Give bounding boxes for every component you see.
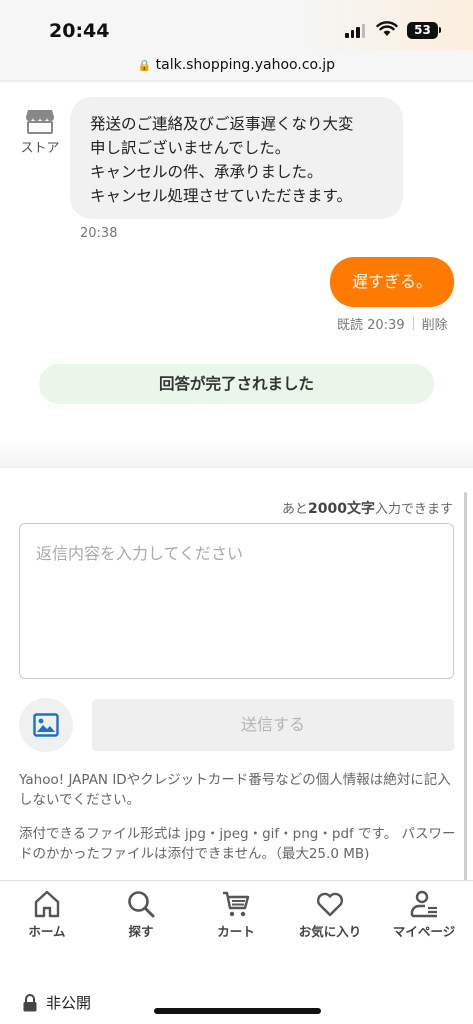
store-message-line: キャンセルの件、承承りました。 <box>90 163 323 181</box>
wifi-icon <box>376 21 398 36</box>
nav-search[interactable]: 探す <box>94 889 188 940</box>
privacy-status: 非公開 <box>22 992 91 1013</box>
store-message-line: 発送のご連絡及びご返事遅くなり大変 <box>90 115 354 133</box>
my-message-meta: 既読 20:39 削除 <box>337 314 448 333</box>
store-message-line: キャンセル処理させていただきます。 <box>90 187 352 205</box>
lock-icon: 🔒 <box>137 58 152 72</box>
home-indicator[interactable] <box>154 1008 321 1014</box>
meta-separator <box>412 317 414 330</box>
scrollbar[interactable] <box>464 492 467 882</box>
personal-info-warning: Yahoo! JAPAN IDやクレジットカード番号などの個人情報は絶対に記入し… <box>19 772 451 808</box>
battery-icon: 53 <box>407 22 438 39</box>
heart-icon <box>316 892 344 917</box>
counter-suffix: 入力できます <box>374 502 453 517</box>
nav-home-label: ホーム <box>28 924 66 939</box>
attach-image-button[interactable] <box>19 698 73 752</box>
reply-textarea[interactable]: 返信内容を入力してください <box>19 523 454 679</box>
nav-favorites-label: お気に入り <box>298 924 362 939</box>
nav-cart[interactable]: カート <box>189 889 283 940</box>
status-time: 20:44 <box>49 20 110 42</box>
attachment-info: 添付できるファイル形式は jpg・jpeg・gif・png・pdf です。 パス… <box>19 826 456 862</box>
url-text: talk.shopping.yahoo.co.jp <box>155 57 336 73</box>
person-icon <box>410 890 437 918</box>
privacy-label: 非公開 <box>46 994 92 1012</box>
cart-icon <box>223 891 250 917</box>
address-bar[interactable]: 🔒 talk.shopping.yahoo.co.jp <box>0 50 473 80</box>
cellular-signal-icon <box>345 24 365 38</box>
store-icon <box>26 110 54 134</box>
completed-banner: 回答が完了されました <box>39 364 434 404</box>
character-counter: あと2000文字入力できます <box>282 498 453 518</box>
section-divider <box>0 438 473 468</box>
send-button[interactable]: 送信する <box>92 699 454 751</box>
counter-value: 2000文字 <box>308 501 375 517</box>
nav-home[interactable]: ホーム <box>0 889 94 940</box>
delete-link[interactable]: 削除 <box>422 314 448 333</box>
my-message-bubble: 遅すぎる。 <box>330 257 454 307</box>
store-message-bubble: 発送のご連絡及びご返事遅くなり大変 申し訳ございませんでした。 キャンセルの件、… <box>70 97 403 219</box>
toolbar-divider <box>0 80 473 82</box>
reply-placeholder: 返信内容を入力してください <box>36 544 244 563</box>
image-icon <box>33 713 59 737</box>
nav-mypage-label: マイページ <box>392 924 456 939</box>
search-icon <box>128 891 155 918</box>
nav-cart-label: カート <box>217 924 255 939</box>
nav-mypage[interactable]: マイページ <box>377 889 471 940</box>
lock-icon <box>23 993 37 1011</box>
home-icon <box>34 890 60 918</box>
store-message-line: 申し訳ございませんでした。 <box>90 139 291 157</box>
nav-favorites[interactable]: お気に入り <box>283 889 377 940</box>
store-label: ストア <box>20 141 60 156</box>
store-avatar: ストア <box>20 108 60 156</box>
nav-search-label: 探す <box>128 924 154 939</box>
counter-prefix: あと <box>282 502 309 517</box>
store-message-time: 20:38 <box>80 226 118 241</box>
read-time: 既読 20:39 <box>337 318 405 333</box>
